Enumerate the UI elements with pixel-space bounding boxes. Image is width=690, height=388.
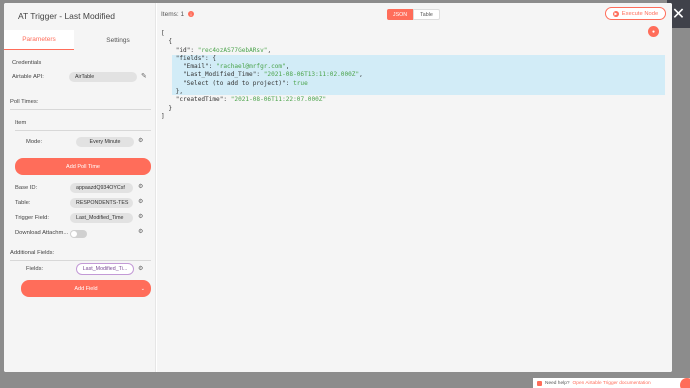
add-field-button[interactable]: Add Field ⌄ [21, 280, 151, 297]
add-field-label: Add Field [74, 285, 98, 292]
divider [10, 109, 151, 110]
table-label: Table: [15, 200, 31, 206]
help-bar: Need help? Open Airtable Trigger documen… [533, 378, 690, 388]
gear-icon[interactable]: ⚙ [138, 198, 143, 205]
download-attachments-label: Download Attachm... [15, 230, 69, 236]
json-key: "Email" [183, 63, 209, 71]
poll-times-label: Poll Times: [10, 99, 39, 105]
divider [15, 130, 151, 131]
json-string: "rec4ozAS77GebARsv" [197, 46, 268, 54]
gear-icon[interactable]: ⚙ [138, 228, 143, 235]
gear-icon[interactable]: ⚙ [138, 213, 143, 220]
json-key: "Select (to add to project)" [183, 79, 286, 87]
output-panel: Items: 1 i JSON Table ▶ Execute Node ● [… [157, 3, 672, 372]
json-key: "createdTime" [175, 96, 224, 104]
docs-link[interactable]: Open Airtable Trigger documentation [573, 381, 651, 386]
help-icon [537, 380, 542, 386]
json-key: "id" [175, 46, 191, 54]
execute-node-button[interactable]: ▶ Execute Node [605, 7, 666, 20]
json-string: "2021-08-06T11:22:07.000Z" [230, 96, 327, 104]
chevron-down-icon: ⌄ [140, 285, 145, 292]
json-key: "Last_Modified_Time" [183, 71, 257, 79]
base-id-label: Base ID: [15, 185, 38, 191]
gear-icon[interactable]: ⚙ [138, 137, 143, 144]
json-output: [ { "id": "rec4ozAS77GebARsv", "fields":… [161, 30, 363, 120]
download-attachments-toggle[interactable] [70, 230, 87, 238]
additional-fields-label: Additional Fields: [10, 250, 55, 256]
trigger-field-input[interactable]: Last_Modified_Time [70, 213, 133, 223]
fields-multiselect[interactable]: Last_Modified_Ti... [76, 263, 134, 275]
execute-node-label: Execute Node [621, 10, 659, 17]
add-poll-time-button[interactable]: Add Poll Time [15, 158, 151, 175]
tab-settings[interactable]: Settings [80, 30, 156, 50]
mode-label: Mode: [26, 139, 43, 145]
base-id-input[interactable]: appaazdQ934OYCsf [70, 183, 133, 193]
view-table-button[interactable]: Table [413, 9, 440, 20]
parameters-panel: AT Trigger - Last Modified Parameters Se… [4, 3, 156, 372]
tab-parameters[interactable]: Parameters [4, 30, 74, 50]
trigger-field-label: Trigger Field: [15, 215, 49, 221]
fields-label: Fields: [26, 266, 44, 272]
table-input[interactable]: RESPONDENTS-TES [70, 198, 133, 208]
divider [10, 260, 151, 261]
play-icon: ▶ [612, 10, 619, 17]
mode-select[interactable]: Every Minute [76, 137, 134, 147]
node-modal: AT Trigger - Last Modified Parameters Se… [4, 3, 672, 372]
json-string: "2021-08-06T13:11:02.000Z" [263, 71, 360, 79]
view-toggle: JSON Table [387, 9, 440, 20]
panel-tabs: Parameters Settings [4, 30, 156, 50]
pencil-icon[interactable]: ✎ [141, 72, 147, 80]
airtable-api-select[interactable]: AirTable [69, 72, 137, 82]
items-count: Items: 1 [161, 11, 185, 18]
json-boolean: true [293, 79, 308, 87]
airtable-api-label: Airtable API: [12, 74, 44, 80]
json-string: "rachael@mrfgr.com" [216, 63, 286, 71]
gear-icon[interactable]: ⚙ [138, 183, 143, 190]
json-key: "fields" [175, 54, 206, 62]
credentials-label: Credentials [12, 60, 42, 66]
view-json-button[interactable]: JSON [387, 9, 413, 20]
info-icon[interactable]: i [188, 11, 194, 17]
node-title[interactable]: AT Trigger - Last Modified [18, 11, 115, 21]
item-label: Item [15, 120, 27, 126]
need-help-label: Need help? [545, 380, 570, 386]
corner-action-button[interactable] [680, 378, 690, 388]
gear-icon[interactable]: ⚙ [138, 265, 143, 272]
